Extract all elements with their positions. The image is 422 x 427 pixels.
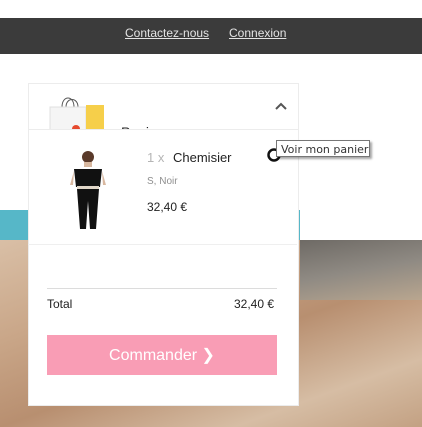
item-price: 32,40 €: [147, 200, 188, 214]
total-label: Total: [47, 297, 73, 311]
login-link[interactable]: Connexion: [229, 26, 286, 40]
contact-link[interactable]: Contactez-nous: [125, 26, 209, 40]
tooltip: Voir mon panier: [276, 140, 370, 157]
background-image-dark: [300, 240, 422, 300]
chevron-up-icon[interactable]: [274, 99, 288, 113]
product-thumbnail[interactable]: [60, 143, 116, 233]
item-quantity: 1 x: [147, 150, 165, 165]
item-variant: S, Noir: [147, 176, 178, 187]
top-bar: Contactez-nous Connexion: [0, 18, 422, 54]
order-button[interactable]: Commander ❯: [47, 335, 277, 375]
total-value: 32,40 €: [234, 297, 275, 311]
item-name[interactable]: Chemisier: [173, 150, 232, 165]
divider: [47, 288, 277, 289]
divider: [28, 244, 297, 245]
